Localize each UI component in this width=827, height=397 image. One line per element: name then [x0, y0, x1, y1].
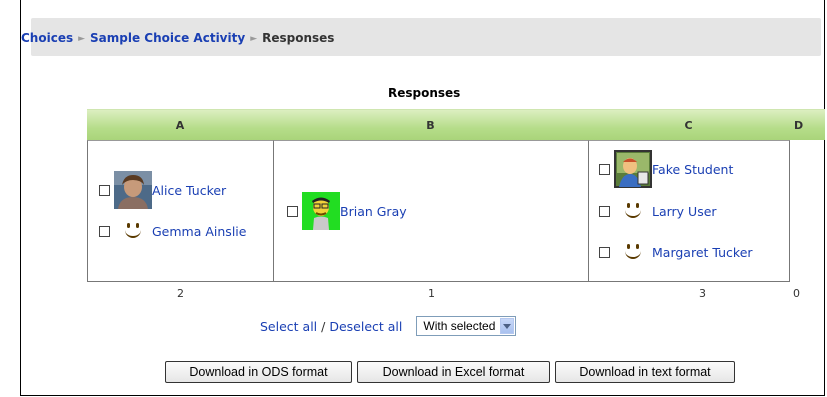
user-name-link[interactable]: Fake Student	[652, 162, 733, 177]
smiley-avatar-icon	[614, 233, 652, 271]
select-all-link[interactable]: Select all	[260, 319, 317, 334]
select-checkbox[interactable]	[599, 205, 610, 217]
with-selected-dropdown[interactable]: With selected	[416, 316, 517, 336]
user-name-link[interactable]: Larry User	[652, 204, 717, 219]
download-ods-button[interactable]: Download in ODS format	[165, 361, 352, 383]
select-checkbox[interactable]	[599, 246, 610, 258]
user-name-link[interactable]: Brian Gray	[340, 204, 407, 219]
breadcrumb-separator-icon: ►	[78, 34, 86, 44]
cartoon-avatar-icon	[614, 150, 652, 188]
column-header-c: C	[588, 109, 789, 140]
list-item: Brian Gray	[287, 192, 407, 230]
column-header-b: B	[273, 109, 588, 140]
select-checkbox[interactable]	[599, 163, 610, 175]
download-excel-button[interactable]: Download in Excel format	[357, 361, 550, 383]
user-name-link[interactable]: Margaret Tucker	[652, 245, 753, 260]
select-checkbox[interactable]	[287, 205, 298, 217]
list-item: Alice Tucker	[99, 171, 226, 209]
responses-title: Responses	[388, 86, 461, 100]
column-header-a: A	[87, 109, 273, 140]
column-d-count: 0	[793, 287, 800, 300]
column-c-count: 3	[699, 287, 706, 300]
cartoon-avatar-icon	[302, 192, 340, 230]
smiley-avatar-icon	[614, 192, 652, 230]
selection-controls: Select all / Deselect all With selected	[260, 316, 517, 336]
breadcrumb-choices[interactable]: Choices	[21, 31, 73, 45]
select-checkbox[interactable]	[99, 225, 110, 237]
breadcrumb-separator-icon: ►	[250, 34, 258, 44]
breadcrumb: Choices ► Sample Choice Activity ► Responses	[21, 31, 334, 45]
breadcrumb-activity[interactable]: Sample Choice Activity	[90, 31, 245, 45]
smiley-avatar-icon	[114, 212, 152, 250]
list-item: Gemma Ainslie	[99, 212, 246, 250]
user-name-link[interactable]: Gemma Ainslie	[152, 224, 246, 239]
list-item: Larry User	[599, 192, 717, 230]
user-avatar-photo	[114, 171, 152, 209]
dropdown-value: With selected	[423, 319, 496, 333]
selection-separator: /	[317, 318, 330, 334]
column-a-cell	[87, 140, 274, 282]
column-a-count: 2	[177, 287, 184, 300]
deselect-all-link[interactable]: Deselect all	[329, 319, 402, 334]
list-item: Fake Student	[599, 150, 733, 188]
chevron-down-icon[interactable]	[500, 318, 515, 334]
breadcrumb-current: Responses	[262, 31, 335, 45]
column-b-count: 1	[428, 287, 435, 300]
column-header-d: D	[789, 109, 825, 140]
user-name-link[interactable]: Alice Tucker	[152, 183, 226, 198]
list-item: Margaret Tucker	[599, 233, 753, 271]
download-text-button[interactable]: Download in text format	[555, 361, 735, 383]
select-checkbox[interactable]	[99, 184, 110, 196]
